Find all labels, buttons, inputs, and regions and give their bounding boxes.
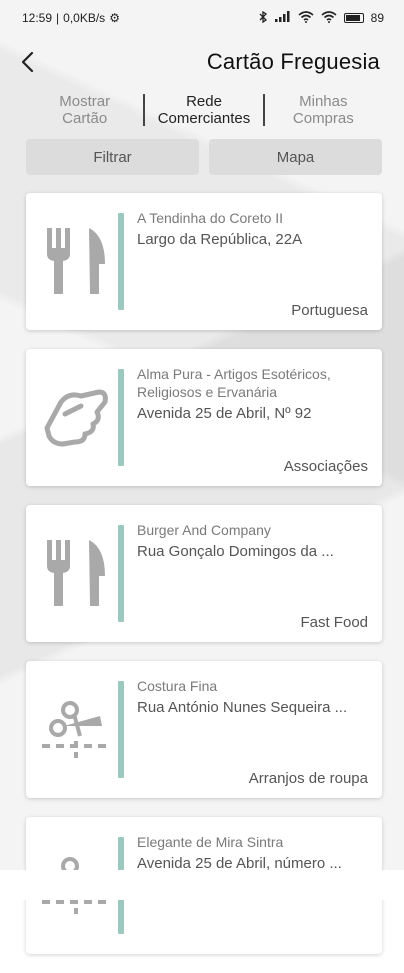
merchant-address: Largo da República, 22A	[137, 231, 303, 248]
bottom-fade	[0, 870, 404, 900]
accent-bar	[118, 213, 124, 310]
action-row: Filtrar Mapa	[26, 139, 382, 175]
merchant-category: Fast Food	[300, 614, 368, 631]
settings-notification-icon: ⚙	[109, 11, 120, 25]
tab-bar: Mostrar Cartão Rede Comerciantes Minhas …	[26, 90, 382, 130]
handshake-icon-graphic	[44, 389, 108, 447]
scissors-cut-icon-graphic	[42, 701, 110, 758]
tab-label: Minhas Compras	[292, 93, 354, 127]
merchant-address: Avenida 25 de Abril, Nº 92	[137, 405, 312, 422]
merchant-category: Associações	[283, 458, 368, 475]
fork-knife-icon-graphic	[47, 540, 105, 606]
status-network-speed: 0,0KB/s	[63, 11, 106, 25]
status-bar: 12:59 | 0,0KB/s ⚙ 89	[0, 0, 404, 36]
bluetooth-icon	[258, 10, 268, 26]
tab-label: Rede Comerciantes	[157, 93, 251, 127]
app-header: Cartão Freguesia	[0, 36, 404, 88]
merchant-name: Elegante de Mira Sintra	[137, 834, 284, 850]
accent-bar	[118, 681, 124, 778]
signal-icon	[274, 11, 291, 25]
merchant-list: A Tendinha do Coreto II Largo da Repúbli…	[26, 193, 382, 973]
merchant-name: A Tendinha do Coreto II	[137, 210, 284, 226]
scissors-cut-icon	[36, 689, 116, 769]
accent-bar	[118, 525, 124, 622]
merchant-name: Alma Pura - Artigos Esotéricos, Religios…	[137, 366, 331, 400]
merchant-card[interactable]: Burger And Company Rua Gonçalo Domingos …	[26, 505, 382, 642]
wifi-icon	[298, 10, 314, 26]
fork-knife-icon-graphic	[47, 228, 105, 294]
wifi-icon-secondary	[321, 10, 337, 26]
merchant-name: Costura Fina	[137, 678, 218, 694]
status-time: 12:59	[22, 11, 53, 25]
merchant-card[interactable]: A Tendinha do Coreto II Largo da Repúbli…	[26, 193, 382, 330]
handshake-icon	[36, 377, 116, 457]
tab-rede-comerciantes[interactable]: Rede Comerciantes	[145, 90, 262, 130]
status-left: 12:59 | 0,0KB/s ⚙	[22, 11, 120, 25]
status-separator: |	[56, 11, 60, 25]
accent-bar	[118, 369, 124, 466]
battery-icon	[343, 13, 364, 23]
battery-percent: 89	[370, 11, 384, 25]
merchant-category: Arranjos de roupa	[248, 770, 368, 787]
merchant-address: Rua Gonçalo Domingos da ...	[137, 543, 334, 560]
tab-minhas-compras[interactable]: Minhas Compras	[265, 90, 382, 130]
fork-knife-icon	[36, 533, 116, 613]
filter-button[interactable]: Filtrar	[26, 139, 199, 175]
merchant-card[interactable]: Alma Pura - Artigos Esotéricos, Religios…	[26, 349, 382, 486]
status-right: 89	[258, 10, 384, 26]
tab-label: Mostrar Cartão	[59, 93, 111, 127]
chevron-left-icon	[21, 51, 34, 73]
back-button[interactable]	[20, 47, 50, 77]
merchant-category: Portuguesa	[291, 302, 368, 319]
merchant-card[interactable]: Costura Fina Rua António Nunes Sequeira …	[26, 661, 382, 798]
tab-mostrar-cartao[interactable]: Mostrar Cartão	[26, 90, 143, 130]
merchant-name: Burger And Company	[137, 522, 271, 538]
fork-knife-icon	[36, 221, 116, 301]
merchant-address: Rua António Nunes Sequeira ...	[137, 699, 348, 716]
map-button[interactable]: Mapa	[209, 139, 382, 175]
page-title: Cartão Freguesia	[206, 49, 380, 74]
